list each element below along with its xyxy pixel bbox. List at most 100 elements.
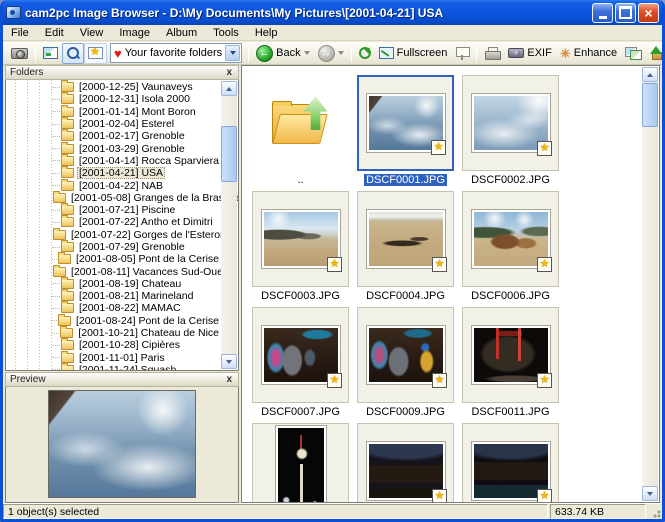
thumbnail-filename[interactable]: DSCF0006.JPG <box>469 290 552 302</box>
thumbnail-item[interactable]: ★ DSCF0004.JPG <box>357 191 454 303</box>
folder-tree-item[interactable]: [2001-08-24] Pont de la Cerise <box>6 315 221 327</box>
thumbnail-item[interactable]: ★ DSCF0007.JPG <box>252 307 349 419</box>
exif-button[interactable]: EXIF <box>504 43 555 64</box>
folder-tree-item[interactable]: [2001-08-21] Marineland <box>6 290 221 302</box>
star-window-icon: ★ <box>88 47 103 59</box>
thumbnail-filename[interactable]: DSCF0002.JPG <box>469 174 552 186</box>
thumbnail-item[interactable]: ★ DSCF0002.JPG <box>462 75 559 187</box>
resize-grip[interactable] <box>648 504 662 519</box>
folder-tree-item[interactable]: [2001-07-22] Antho et Dimitri <box>6 216 221 228</box>
forward-button[interactable]: → <box>314 43 348 64</box>
folder-tree-item[interactable]: [2001-07-29] Grenoble <box>6 241 221 253</box>
menu-help[interactable]: Help <box>247 26 286 40</box>
back-menu-arrow-icon <box>304 51 310 55</box>
thumbnail-item[interactable] <box>252 423 349 503</box>
thumbnail-item[interactable]: ★ DSCF0011.JPG <box>462 307 559 419</box>
preview-panel-close-icon[interactable]: x <box>224 375 234 385</box>
browse-mode-button[interactable] <box>62 43 84 64</box>
scroll-up-button[interactable] <box>221 81 237 96</box>
folder-tree-item[interactable]: [2001-10-21] Chateau de Nice <box>6 327 221 339</box>
status-bar: 1 object(s) selected 633.74 KB <box>3 503 662 519</box>
thumbnail-pane[interactable]: .. ★ DSCF0001.JPG ★ DSCF0002.JPG ★ DSCF0… <box>241 65 660 503</box>
thumbnails-scrollbar[interactable] <box>642 67 658 501</box>
favorites-mode-button[interactable]: ★ <box>84 43 107 64</box>
upload-button[interactable] <box>646 43 665 64</box>
folder-icon <box>61 365 74 371</box>
thumbnail-item[interactable]: ★ <box>462 423 559 503</box>
fullscreen-button[interactable]: Fullscreen <box>375 43 452 64</box>
folder-name: [2001-11-01] Paris <box>77 352 167 364</box>
menu-edit[interactable]: Edit <box>37 26 72 40</box>
thumbnail-filename[interactable]: DSCF0001.JPG <box>364 174 447 186</box>
folder-name: [2001-07-21] Piscine <box>77 204 177 216</box>
folder-tree-item[interactable]: [2001-10-28] Cipières <box>6 339 221 351</box>
folder-tree-item[interactable]: [2001-07-22] Gorges de l'Esteron <box>6 229 221 241</box>
folder-tree-item[interactable]: [2001-04-22] NAB <box>6 179 221 191</box>
thumbnail-filename[interactable]: .. <box>295 174 305 186</box>
favorite-folders-dropdown[interactable]: ♥ Your favorite folders <box>110 43 242 63</box>
scrollbar-thumb[interactable] <box>642 83 658 127</box>
folder-tree-item[interactable]: [2001-07-21] Piscine <box>6 204 221 216</box>
folder-tree-item[interactable]: [2001-02-04] Esterel <box>6 118 221 130</box>
thumbnail-item[interactable]: ★ DSCF0006.JPG <box>462 191 559 303</box>
folder-tree-item[interactable]: [2001-08-05] Pont de la Cerise <box>6 253 221 265</box>
menu-album[interactable]: Album <box>158 26 205 40</box>
folder-name: [2001-05-08] Granges de la Brasque <box>69 192 239 204</box>
folder-tree-item[interactable]: [2001-04-14] Rocca Sparviera <box>6 155 221 167</box>
folder-tree-item[interactable]: [2001-05-08] Granges de la Brasque <box>6 192 221 204</box>
folder-tree-item[interactable]: [2001-11-01] Paris <box>6 352 221 364</box>
folder-tree-item[interactable]: [2001-11-24] Squash <box>6 364 221 371</box>
sparkle-icon: ✳ <box>560 47 571 60</box>
maximize-button[interactable] <box>615 3 636 23</box>
thumbnail-filename[interactable]: DSCF0009.JPG <box>364 406 447 418</box>
thumbnail-filename[interactable]: DSCF0011.JPG <box>469 406 551 418</box>
menu-image[interactable]: Image <box>111 26 158 40</box>
folder-tree-item[interactable]: [2001-02-17] Grenoble <box>6 130 221 142</box>
folder-tree[interactable]: [2000-12-25] Vaunaveys [2000-12-31] Isol… <box>5 80 239 371</box>
folder-tree-item[interactable]: [2001-01-14] Mont Boron <box>6 106 221 118</box>
folder-tree-item[interactable]: [2001-08-11] Vacances Sud-Ouest <box>6 265 221 277</box>
close-button[interactable]: × <box>638 3 659 23</box>
folder-tree-item[interactable]: [2000-12-31] Isola 2000 <box>6 93 221 105</box>
status-size-text: 633.74 KB <box>550 504 646 519</box>
app-window: cam2pc Image Browser - D:\My Documents\M… <box>0 0 665 522</box>
thumbnail-filename[interactable]: DSCF0003.JPG <box>259 290 342 302</box>
upload-arrow-icon <box>650 46 662 60</box>
thumbnail-item[interactable]: .. <box>252 75 349 187</box>
back-button[interactable]: ← Back <box>252 43 313 64</box>
folder-tree-item[interactable]: [2001-04-21] USA <box>6 167 221 179</box>
scroll-down-button[interactable] <box>221 354 237 369</box>
refresh-button[interactable] <box>355 43 375 64</box>
thumbnail-filename[interactable]: DSCF0007.JPG <box>259 406 342 418</box>
camera-transfer-button[interactable] <box>7 43 32 64</box>
scroll-up-button[interactable] <box>642 67 658 82</box>
folders-scrollbar[interactable] <box>221 81 237 369</box>
folder-name: [2001-07-29] Grenoble <box>77 241 187 253</box>
preview-panel-title: Preview <box>10 374 224 385</box>
folder-tree-item[interactable]: [2000-12-25] Vaunaveys <box>6 81 221 93</box>
menu-tools[interactable]: Tools <box>205 26 247 40</box>
folder-name: [2001-08-22] MAMAC <box>77 302 183 314</box>
print-button[interactable] <box>480 43 504 64</box>
convert-button[interactable] <box>621 43 646 64</box>
title-bar[interactable]: cam2pc Image Browser - D:\My Documents\M… <box>0 0 665 25</box>
folder-tree-item[interactable]: [2001-08-22] MAMAC <box>6 302 221 314</box>
thumbnail-filename[interactable]: DSCF0004.JPG <box>364 290 447 302</box>
thumbnail-item[interactable]: ★ DSCF0003.JPG <box>252 191 349 303</box>
menu-file[interactable]: File <box>3 26 37 40</box>
image-editor-button[interactable] <box>39 43 62 64</box>
thumbnail-item[interactable]: ★ DSCF0001.JPG <box>357 75 454 187</box>
slideshow-button[interactable] <box>451 43 473 64</box>
scroll-down-button[interactable] <box>642 486 658 501</box>
dropdown-arrow-button[interactable] <box>225 45 240 61</box>
folder-tree-item[interactable]: [2001-03-29] Grenoble <box>6 142 221 154</box>
scrollbar-thumb[interactable] <box>221 126 237 182</box>
folder-tree-item[interactable]: [2001-08-19] Chateau <box>6 278 221 290</box>
minimize-button[interactable] <box>592 3 613 23</box>
folder-icon <box>61 340 74 350</box>
enhance-button[interactable]: ✳ Enhance <box>556 43 621 64</box>
menu-view[interactable]: View <box>72 26 112 40</box>
thumbnail-item[interactable]: ★ DSCF0009.JPG <box>357 307 454 419</box>
folders-panel-close-icon[interactable]: x <box>224 68 234 78</box>
thumbnail-item[interactable]: ★ <box>357 423 454 503</box>
